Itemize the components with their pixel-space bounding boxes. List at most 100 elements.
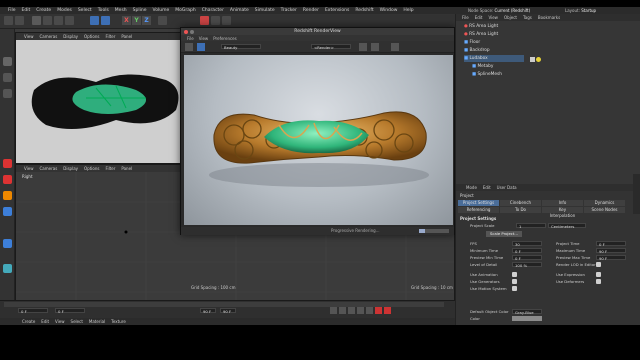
camera-dropdown[interactable]: <Render> <box>311 44 351 50</box>
menu-item[interactable]: Mesh <box>115 8 127 13</box>
material-menu-item[interactable]: View <box>55 319 65 324</box>
menu-item[interactable]: File <box>8 8 16 13</box>
object-manager-tab[interactable]: View <box>488 15 498 20</box>
scale-tool-icon[interactable] <box>43 16 52 25</box>
pen-icon[interactable] <box>101 16 110 25</box>
render-queue-icon[interactable] <box>222 16 231 25</box>
menu-item[interactable]: Help <box>403 8 413 13</box>
viewport-menu-item[interactable]: View <box>24 34 34 39</box>
texture-mode-icon[interactable] <box>3 73 12 82</box>
object-manager-tab[interactable]: File <box>462 15 469 20</box>
menu-item[interactable]: Tools <box>98 8 109 13</box>
menu-item[interactable]: Redshift <box>355 8 373 13</box>
material-menu-item[interactable]: Texture <box>111 319 126 324</box>
play-icon[interactable] <box>348 307 355 314</box>
renderview-menu-item[interactable]: View <box>199 36 209 41</box>
attribute-tab[interactable]: Mode <box>466 185 477 190</box>
last-frame-icon[interactable] <box>366 307 373 314</box>
field-value[interactable]: 0 F <box>512 248 542 254</box>
menu-item[interactable]: Spline <box>133 8 147 13</box>
object-manager-tab[interactable]: Tags <box>523 15 532 20</box>
viewport-menu-item[interactable]: Panel <box>121 166 132 171</box>
viewport-perspective[interactable]: View Cameras Display Options Filter Panel <box>15 32 195 164</box>
checkbox[interactable] <box>596 279 601 284</box>
snapshot-icon[interactable] <box>359 43 367 51</box>
undo-icon[interactable] <box>4 16 13 25</box>
attribute-subtab[interactable]: Project Settings <box>458 200 499 206</box>
cube-icon[interactable] <box>90 16 99 25</box>
timeline-current-field[interactable]: 0 F <box>55 308 85 314</box>
settings-icon[interactable] <box>391 43 399 51</box>
tag-icon[interactable] <box>530 57 535 62</box>
viewport-menu-item[interactable]: Display <box>63 166 78 171</box>
object-row[interactable]: ● RS Area Light <box>464 31 498 38</box>
viewport-menu-item[interactable]: View <box>24 166 34 171</box>
y-axis-toggle[interactable]: Y <box>132 16 141 25</box>
coordinate-icon[interactable] <box>158 16 167 25</box>
timeline-end-field[interactable]: 90 F <box>200 308 216 314</box>
paint-icon[interactable] <box>3 264 12 273</box>
field-value[interactable]: 90 F <box>596 255 626 261</box>
object-manager-tab[interactable]: Object <box>504 15 517 20</box>
object-manager-tab[interactable]: Edit <box>475 15 483 20</box>
menu-item[interactable]: Simulate <box>255 8 275 13</box>
model-mode-icon[interactable] <box>3 57 12 66</box>
attribute-subtab[interactable]: Referencing <box>458 207 499 213</box>
menu-item[interactable]: Render <box>303 8 319 13</box>
layout-label[interactable]: Layout: Startup <box>565 8 596 13</box>
menu-item[interactable]: Modes <box>57 8 72 13</box>
object-row[interactable]: ■ Metaby <box>472 63 493 70</box>
aov-dropdown[interactable]: Beauty <box>221 44 261 50</box>
viewport-menu-item[interactable]: Options <box>84 34 99 39</box>
redshift-icon[interactable] <box>3 159 12 168</box>
checkbox[interactable] <box>512 272 517 277</box>
record-icon[interactable] <box>375 307 382 314</box>
timeline-end-field-2[interactable]: 90 F <box>220 308 236 314</box>
viewport-menu-item[interactable]: Cameras <box>40 166 58 171</box>
color-swatch[interactable] <box>512 316 542 321</box>
attribute-subtab[interactable]: Cinebench <box>500 200 541 206</box>
checkbox[interactable] <box>512 286 517 291</box>
scale-project-button[interactable]: Scale Project... <box>486 231 522 237</box>
field-value[interactable]: 100 % <box>512 262 542 268</box>
live-select-icon[interactable] <box>65 16 74 25</box>
attribute-subtab[interactable]: Key Interpolation <box>542 207 583 218</box>
field-value[interactable]: 30 <box>512 241 542 247</box>
attribute-tab[interactable]: Edit <box>483 185 491 190</box>
checkbox[interactable] <box>512 279 517 284</box>
menu-item[interactable]: Extensions <box>325 8 349 13</box>
menu-item[interactable]: Animate <box>230 8 249 13</box>
workplane-icon[interactable] <box>3 207 12 216</box>
menu-item[interactable]: Window <box>380 8 398 13</box>
attribute-tab[interactable]: User Data <box>497 185 517 190</box>
object-row[interactable]: ■ SplineMesh <box>472 71 502 78</box>
x-axis-toggle[interactable]: X <box>122 16 131 25</box>
object-row[interactable]: ■ Backdrop <box>464 47 490 54</box>
menu-item[interactable]: Tracker <box>281 8 297 13</box>
menu-item[interactable]: Character <box>202 8 224 13</box>
redo-icon[interactable] <box>15 16 24 25</box>
attribute-subtab[interactable]: To Do <box>500 207 541 213</box>
material-menu-item[interactable]: Select <box>71 319 83 324</box>
checkbox[interactable] <box>596 262 601 267</box>
side-tabs[interactable] <box>633 174 640 214</box>
region-icon[interactable] <box>371 43 379 51</box>
project-scale-unit[interactable]: Centimeters <box>548 223 586 229</box>
menu-item[interactable]: Create <box>36 8 51 13</box>
viewport-menu-item[interactable]: Panel <box>121 34 132 39</box>
viewport-menu-item[interactable]: Cameras <box>40 34 58 39</box>
z-axis-toggle[interactable]: Z <box>142 16 151 25</box>
project-scale-field[interactable]: 1 <box>516 223 546 229</box>
first-frame-icon[interactable] <box>330 307 337 314</box>
viewport-menu-item[interactable]: Filter <box>105 166 115 171</box>
renderview-menu-item[interactable]: File <box>187 36 194 41</box>
material-menu-item[interactable]: Create <box>22 319 35 324</box>
attribute-subtab[interactable]: Info <box>542 200 583 206</box>
snap-icon[interactable] <box>3 191 12 200</box>
ipr-icon[interactable] <box>197 43 205 51</box>
field-value[interactable]: 0 F <box>596 241 626 247</box>
viewport-menu-item[interactable]: Options <box>84 166 99 171</box>
redshift-light-icon[interactable] <box>3 175 12 184</box>
attribute-subtab[interactable]: Scene Nodes <box>584 207 625 213</box>
close-icon[interactable] <box>184 29 188 34</box>
